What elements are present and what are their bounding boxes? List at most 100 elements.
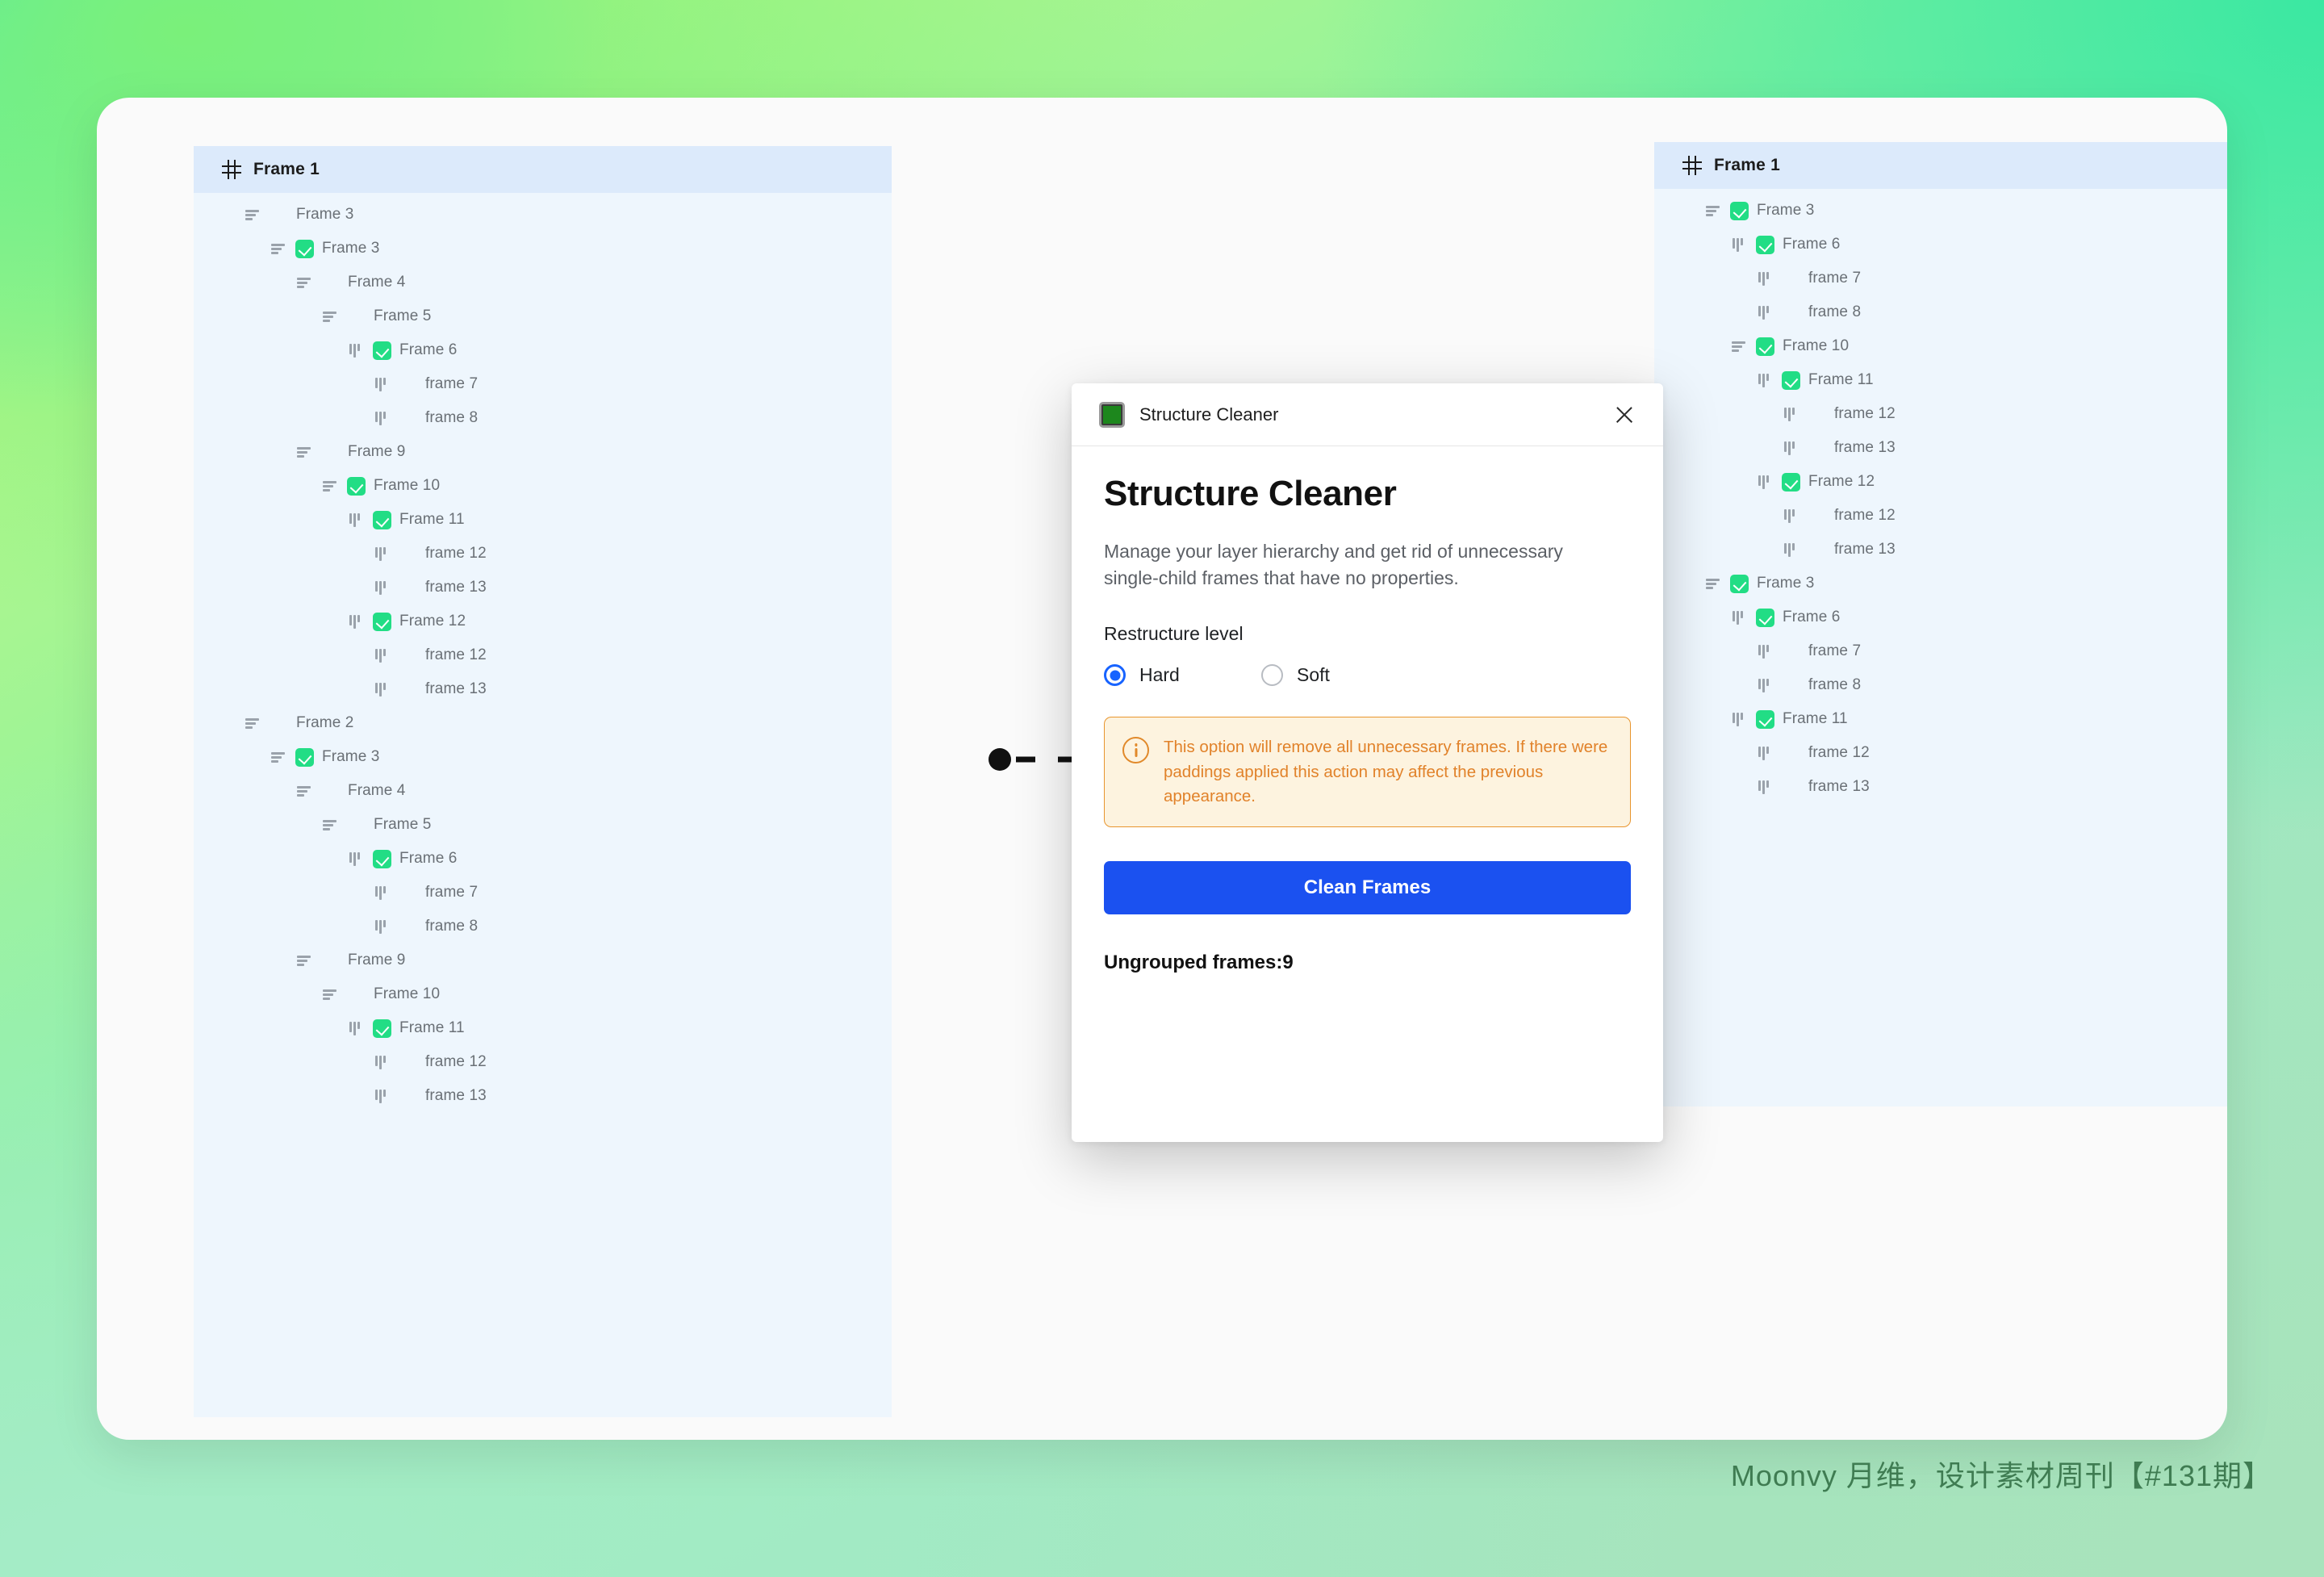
tree-row[interactable]: Frame 10 [194,469,892,503]
badge-placeholder [347,307,366,326]
badge-placeholder [1782,270,1800,288]
checked-badge-icon [1730,574,1749,593]
tree-row[interactable]: frame 7 [194,367,892,401]
tree-row[interactable]: frame 12 [1654,499,2227,533]
badge-placeholder [1808,439,1826,458]
hash-icon [1682,155,1703,176]
tree-row[interactable]: frame 12 [194,638,892,672]
tree-row[interactable]: Frame 3 [194,740,892,774]
badge-placeholder [399,579,417,597]
tree-row[interactable]: Frame 6 [194,333,892,367]
horizontal-layout-icon [373,646,391,664]
restructure-level-label: Restructure level [1104,623,1244,645]
checked-badge-icon [295,747,314,767]
tree-row[interactable]: frame 13 [194,571,892,604]
tree-row[interactable]: frame 12 [194,1045,892,1079]
tree-row[interactable]: Frame 6 [194,842,892,876]
horizontal-layout-icon [373,680,391,698]
badge-placeholder [347,816,366,835]
tree-row-label: frame 13 [1834,541,1896,558]
tree-row[interactable]: Frame 10 [194,977,892,1011]
checked-badge-icon [373,849,391,868]
tree-row[interactable]: Frame 11 [194,503,892,537]
tree-row[interactable]: frame 13 [194,672,892,706]
tree-row[interactable]: frame 7 [194,876,892,910]
green-square-icon [1099,401,1125,428]
horizontal-layout-icon [1756,270,1774,287]
horizontal-layout-icon [1756,371,1774,389]
tree-after-header-label: Frame 1 [1714,156,1780,174]
tree-row[interactable]: frame 8 [194,401,892,435]
vertical-layout-icon [295,952,313,969]
clean-frames-button[interactable]: Clean Frames [1104,861,1631,915]
horizontal-layout-icon [373,918,391,935]
tree-row[interactable]: Frame 6 [1654,228,2227,261]
radio-label-soft: Soft [1297,664,1330,686]
checked-badge-icon [347,476,366,496]
checked-badge-icon [1782,370,1800,390]
tree-row[interactable]: Frame 11 [194,1011,892,1045]
horizontal-layout-icon [1756,676,1774,694]
badge-placeholder [347,985,366,1004]
tree-row[interactable]: Frame 3 [194,198,892,232]
tree-row[interactable]: Frame 3 [1654,194,2227,228]
tree-row[interactable]: frame 13 [1654,431,2227,465]
tree-row[interactable]: frame 12 [194,537,892,571]
radio-option-hard[interactable]: Hard [1104,664,1261,687]
tree-row-label: Frame 4 [348,274,406,291]
structure-cleaner-dialog: Structure Cleaner Structure Cleaner Mana… [1072,383,1663,1142]
radio-option-soft[interactable]: Soft [1261,664,1330,687]
tree-row-label: frame 13 [425,680,487,697]
tree-row[interactable]: Frame 12 [1654,465,2227,499]
tree-row[interactable]: Frame 3 [194,232,892,266]
tree-before-header-label: Frame 1 [253,160,320,178]
tree-row[interactable]: frame 13 [1654,533,2227,567]
horizontal-layout-icon [373,409,391,427]
tree-row[interactable]: Frame 11 [1654,363,2227,397]
tree-row[interactable]: Frame 5 [194,808,892,842]
tree-row[interactable]: Frame 12 [194,604,892,638]
checked-badge-icon [1756,709,1774,729]
hash-icon [221,159,242,180]
tree-row[interactable]: frame 7 [1654,634,2227,668]
tree-row-label: frame 12 [1834,507,1896,524]
tree-row[interactable]: Frame 3 [1654,567,2227,600]
connector-start-dot [989,748,1011,771]
horizontal-layout-icon [1782,405,1799,423]
dialog-body: Structure Cleaner Manage your layer hier… [1072,446,1663,974]
tree-after-header-row[interactable]: Frame 1 [1654,142,2227,189]
tree-row-label: Frame 6 [1783,609,1841,625]
tree-row[interactable]: frame 12 [1654,397,2227,431]
horizontal-layout-icon [1730,236,1748,253]
tree-row[interactable]: frame 13 [1654,770,2227,804]
tree-row[interactable]: Frame 9 [194,943,892,977]
tree-row[interactable]: Frame 4 [194,774,892,808]
tree-row-label: frame 13 [1808,778,1870,795]
tree-row[interactable]: Frame 10 [1654,329,2227,363]
tree-before-header-row[interactable]: Frame 1 [194,146,892,193]
tree-row[interactable]: Frame 2 [194,706,892,740]
tree-row[interactable]: frame 8 [194,910,892,943]
tree-row[interactable]: frame 12 [1654,736,2227,770]
tree-row[interactable]: Frame 11 [1654,702,2227,736]
horizontal-layout-icon [347,850,365,868]
tree-row-label: Frame 11 [399,1019,465,1036]
tree-row[interactable]: frame 8 [1654,668,2227,702]
tree-row[interactable]: frame 13 [194,1079,892,1113]
badge-placeholder [399,409,417,428]
checked-badge-icon [1730,201,1749,220]
tree-row[interactable]: Frame 6 [1654,600,2227,634]
tree-row-label: frame 7 [425,375,479,392]
badge-placeholder [1808,507,1826,525]
tree-row[interactable]: Frame 5 [194,299,892,333]
tree-before-rows: Frame 3 Frame 3 Frame 4 Frame 5 Frame 6 frame… [194,193,892,1113]
tree-row[interactable]: Frame 9 [194,435,892,469]
tree-row[interactable]: Frame 4 [194,266,892,299]
layer-tree-after: Frame 1 Frame 3 Frame 6 frame 7 frame 8 Fram… [1654,142,2227,1106]
badge-placeholder [1782,676,1800,695]
tree-row[interactable]: frame 8 [1654,295,2227,329]
tree-row-label: frame 8 [425,409,479,426]
tree-row[interactable]: frame 7 [1654,261,2227,295]
horizontal-layout-icon [1730,609,1748,626]
close-icon[interactable] [1607,397,1642,433]
